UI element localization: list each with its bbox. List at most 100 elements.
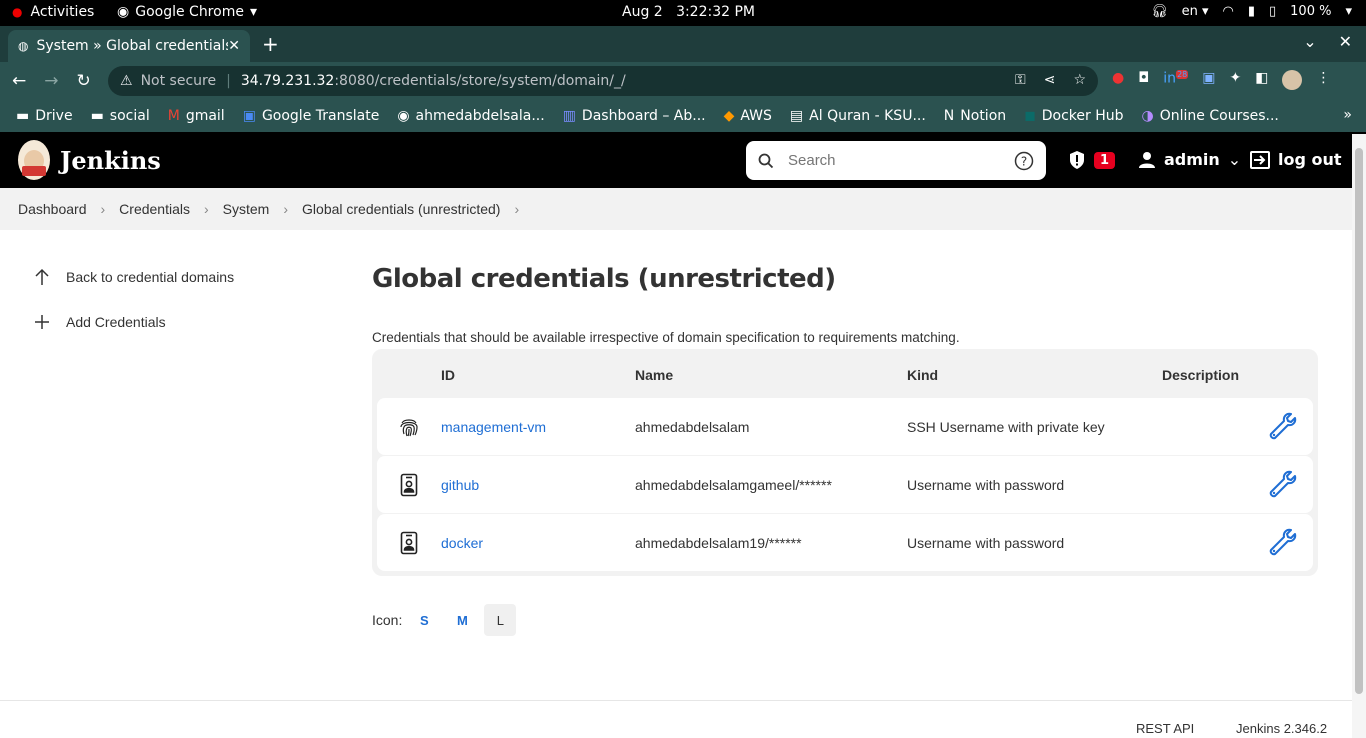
search-box: ? — [746, 141, 1046, 180]
folder-icon: ▬ — [16, 108, 30, 124]
reload-icon[interactable]: ↻ — [77, 71, 91, 91]
bookmark-1[interactable]: ▬ social — [91, 108, 150, 124]
translate-extension-icon[interactable]: ▣ — [1202, 70, 1215, 90]
window-close-icon[interactable]: ✕ — [1339, 32, 1352, 51]
bookmarks-overflow-icon[interactable]: » — [1343, 107, 1352, 123]
wifi-icon: ◠ — [1222, 4, 1234, 19]
bookmark-2[interactable]: Mgmail — [168, 108, 225, 124]
credential-link[interactable]: management-vm — [441, 419, 546, 435]
sidebar-item-back[interactable]: Back to credential domains — [34, 266, 234, 288]
page-description: Credentials that should be available irr… — [372, 330, 960, 345]
puzzle-icon[interactable]: ✦ — [1229, 70, 1241, 90]
svg-text:?: ? — [1021, 154, 1027, 168]
bookmark-label: AWS — [740, 108, 772, 124]
close-icon[interactable]: ✕ — [228, 38, 240, 54]
column-header-description[interactable]: Description — [1162, 367, 1253, 383]
credential-link[interactable]: github — [441, 477, 479, 493]
system-tray[interactable]: 🎧︎ en ▾ ◠ ▮ ▯ 100 % ▾ — [1151, 4, 1352, 19]
bookmark-9[interactable]: ◼ Docker Hub — [1024, 108, 1123, 124]
logout-link[interactable]: log out — [1250, 150, 1342, 169]
main-panel: Global credentials (unrestricted) Creden… — [372, 264, 1318, 576]
back-arrow-icon[interactable]: ← — [12, 71, 26, 91]
chrome-icon: ◉ — [117, 4, 130, 20]
breadcrumb-credentials[interactable]: Credentials — [119, 201, 190, 217]
breadcrumb-global-credentials[interactable]: Global credentials (unrestricted) — [302, 201, 500, 217]
search-input[interactable] — [788, 152, 1014, 169]
breadcrumb-system[interactable]: System — [223, 201, 270, 217]
translate-icon: ▣ — [242, 108, 256, 124]
bookmark-label: ahmedabdelsala... — [415, 108, 545, 124]
table-header: ID Name Kind Description — [377, 353, 1313, 397]
warning-icon: ⚠ — [120, 73, 133, 89]
page-content: Back to credential domains Add Credentia… — [0, 230, 1366, 738]
star-icon[interactable]: ☆ — [1073, 72, 1086, 88]
app-menu-label: Google Chrome — [135, 4, 244, 20]
bookmark-4[interactable]: ◉ ahmedabdelsala... — [397, 108, 544, 124]
bookmark-8[interactable]: N Notion — [944, 108, 1006, 124]
language-indicator[interactable]: en ▾ — [1182, 4, 1209, 19]
column-header-name[interactable]: Name — [635, 367, 907, 383]
url-separator: | — [226, 73, 231, 89]
scrollbar-thumb[interactable] — [1355, 148, 1363, 694]
app-menu[interactable]: ◉ Google Chrome ▾ — [117, 4, 257, 20]
key-icon[interactable]: ⚿ — [1015, 72, 1026, 88]
user-icon — [1139, 151, 1155, 168]
bookmark-6[interactable]: ◆ AWS — [724, 108, 772, 124]
redhat-icon: ● — [12, 5, 23, 19]
icon-size-large[interactable]: L — [484, 604, 517, 636]
jenkins-favicon-icon: ◍ — [18, 39, 29, 53]
breadcrumb-dashboard[interactable]: Dashboard — [18, 201, 87, 217]
wrench-icon[interactable] — [1253, 470, 1313, 500]
extensions-area: ● ◘ in28 ▣ ✦ ◧ ⋮ — [1112, 70, 1330, 90]
help-icon[interactable]: ? — [1014, 151, 1034, 171]
user-menu[interactable]: admin ⌄ — [1138, 150, 1241, 169]
icon-size-small[interactable]: S — [408, 604, 440, 636]
bookmark-7[interactable]: ▤ Al Quran - KSU... — [790, 108, 926, 124]
tab-search-chevron-icon[interactable]: ⌄ — [1303, 32, 1316, 51]
bookmark-5[interactable]: ▥ Dashboard – Ab... — [563, 108, 706, 124]
notion-icon: N — [943, 108, 955, 124]
column-header-id[interactable]: ID — [441, 367, 635, 383]
credential-name: ahmedabdelsalam — [635, 418, 750, 435]
battery-icon: ▯ — [1269, 4, 1277, 19]
breadcrumb: Dashboard › Credentials › System › Globa… — [0, 188, 1366, 230]
credential-kind: Username with password — [907, 534, 1065, 551]
security-badge: 1 — [1094, 151, 1116, 169]
credential-link[interactable]: docker — [441, 535, 483, 551]
sidebar-item-label: Back to credential domains — [66, 269, 235, 285]
wrench-icon[interactable] — [1253, 412, 1313, 442]
extension-red-icon[interactable]: ● — [1112, 70, 1124, 90]
camera-icon[interactable]: ◘ — [1138, 70, 1149, 90]
security-monitor[interactable]: 1 — [1068, 150, 1116, 170]
rest-api-link[interactable]: REST API — [1136, 721, 1194, 736]
wrench-icon[interactable] — [1253, 528, 1313, 558]
chevron-right-icon[interactable]: › — [514, 201, 519, 217]
share-icon[interactable]: ⋖ — [1044, 72, 1056, 88]
icon-size-medium[interactable]: M — [446, 604, 478, 636]
avatar[interactable] — [1282, 70, 1303, 90]
clock-date: Aug 2 — [622, 4, 663, 20]
linkedin-icon[interactable]: in28 — [1163, 70, 1189, 90]
language-label: en — [1181, 4, 1198, 19]
bookmark-10[interactable]: ◑ Online Courses... — [1142, 108, 1279, 124]
column-header-kind[interactable]: Kind — [907, 367, 1162, 383]
bookmark-0[interactable]: ▬ Drive — [16, 108, 73, 124]
scrollbar[interactable] — [1352, 134, 1366, 738]
icon-size-chooser: Icon: S M L — [372, 604, 517, 636]
jenkins-home-link[interactable]: Jenkins — [18, 140, 161, 180]
new-tab-plus-icon[interactable]: + — [262, 32, 279, 56]
extension-badge: 28 — [1176, 70, 1189, 79]
clock[interactable]: Aug 2 3:22:32 PM — [622, 4, 755, 20]
bookmark-3[interactable]: ▣ Google Translate — [243, 108, 380, 124]
sidepanel-icon[interactable]: ◧ — [1255, 70, 1268, 90]
kebab-menu-icon[interactable]: ⋮ — [1316, 70, 1330, 90]
arrow-up-icon — [35, 268, 49, 285]
sidebar-item-add-credentials[interactable]: Add Credentials — [34, 311, 234, 333]
address-bar[interactable]: ⚠ Not secure | 34.79.231.32:8080/credent… — [108, 66, 1098, 96]
forward-arrow-icon[interactable]: → — [44, 71, 58, 91]
brand-name: Jenkins — [60, 145, 161, 175]
browser-tab[interactable]: ◍ System » Global credentials ✕ — [8, 30, 250, 62]
nav-buttons: ← → ↻ — [12, 71, 91, 91]
jenkins-version-link[interactable]: Jenkins 2.346.2 — [1236, 721, 1327, 736]
activities-button[interactable]: ● Activities — [12, 4, 94, 20]
